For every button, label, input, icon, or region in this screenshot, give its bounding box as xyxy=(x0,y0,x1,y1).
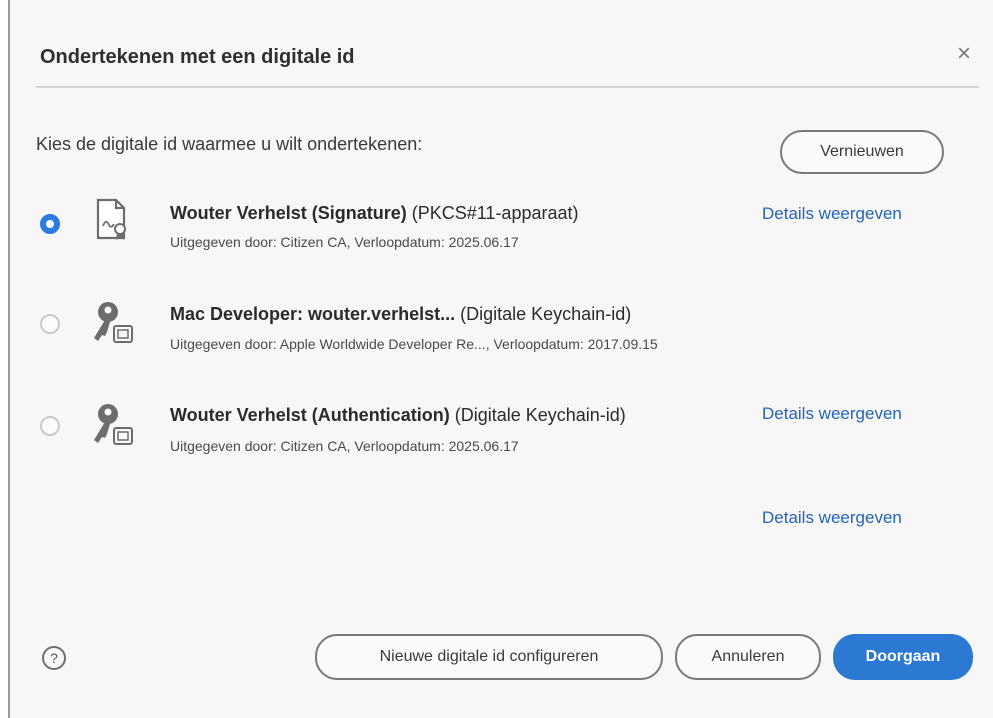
digital-id-issuer-expiry: Uitgegeven door: Citizen CA, Verloopdatu… xyxy=(170,438,519,454)
sign-with-digital-id-dialog: Ondertekenen met een digitale id × Kies … xyxy=(10,0,993,718)
digital-id-radio[interactable] xyxy=(40,214,60,234)
details-link[interactable]: Details weergeven xyxy=(762,508,902,528)
continue-button[interactable]: Doorgaan xyxy=(833,634,973,680)
digital-id-issuer-expiry: Uitgegeven door: Citizen CA, Verloopdatu… xyxy=(170,234,519,250)
digital-id-type: (Digitale Keychain-id) xyxy=(454,405,626,425)
choose-id-prompt: Kies de digitale id waarmee u wilt onder… xyxy=(36,134,423,154)
keychain-icon xyxy=(88,298,136,346)
cancel-button[interactable]: Annuleren xyxy=(675,634,821,680)
digital-id-issuer-expiry: Uitgegeven door: Apple Worldwide Develop… xyxy=(170,336,658,352)
digital-id-item[interactable]: Mac Developer: wouter.verhelst... (Digit… xyxy=(10,298,993,368)
digital-id-name: Wouter Verhelst (Signature) xyxy=(170,203,407,223)
digital-id-name: Mac Developer: wouter.verhelst... xyxy=(170,304,456,324)
title-divider xyxy=(36,86,979,88)
digital-id-radio[interactable] xyxy=(40,416,60,436)
dialog-title: Ondertekenen met een digitale id xyxy=(40,46,355,68)
digital-id-radio[interactable] xyxy=(40,314,60,334)
digital-id-type: (PKCS#11-apparaat) xyxy=(411,203,579,223)
digital-id-name-line: Mac Developer: wouter.verhelst... (Digit… xyxy=(170,304,631,325)
window-left-edge xyxy=(0,0,10,718)
details-link[interactable]: Details weergeven xyxy=(762,404,902,424)
refresh-button[interactable]: Vernieuwen xyxy=(780,130,944,174)
digital-id-name-line: Wouter Verhelst (Signature) (PKCS#11-app… xyxy=(170,203,579,224)
digital-id-name-line: Wouter Verhelst (Authentication) (Digita… xyxy=(170,405,626,426)
digital-id-type: (Digitale Keychain-id) xyxy=(460,304,632,324)
help-icon[interactable]: ? xyxy=(42,646,66,670)
details-link[interactable]: Details weergeven xyxy=(762,204,902,224)
close-icon[interactable]: × xyxy=(950,40,978,68)
digital-id-item[interactable]: Wouter Verhelst (Signature) (PKCS#11-app… xyxy=(10,196,993,266)
digital-id-name: Wouter Verhelst (Authentication) xyxy=(170,405,450,425)
digital-id-item[interactable]: Wouter Verhelst (Authentication) (Digita… xyxy=(10,400,993,470)
certificate-icon xyxy=(88,196,136,244)
configure-new-id-button[interactable]: Nieuwe digitale id configureren xyxy=(315,634,663,680)
keychain-icon xyxy=(88,400,136,448)
